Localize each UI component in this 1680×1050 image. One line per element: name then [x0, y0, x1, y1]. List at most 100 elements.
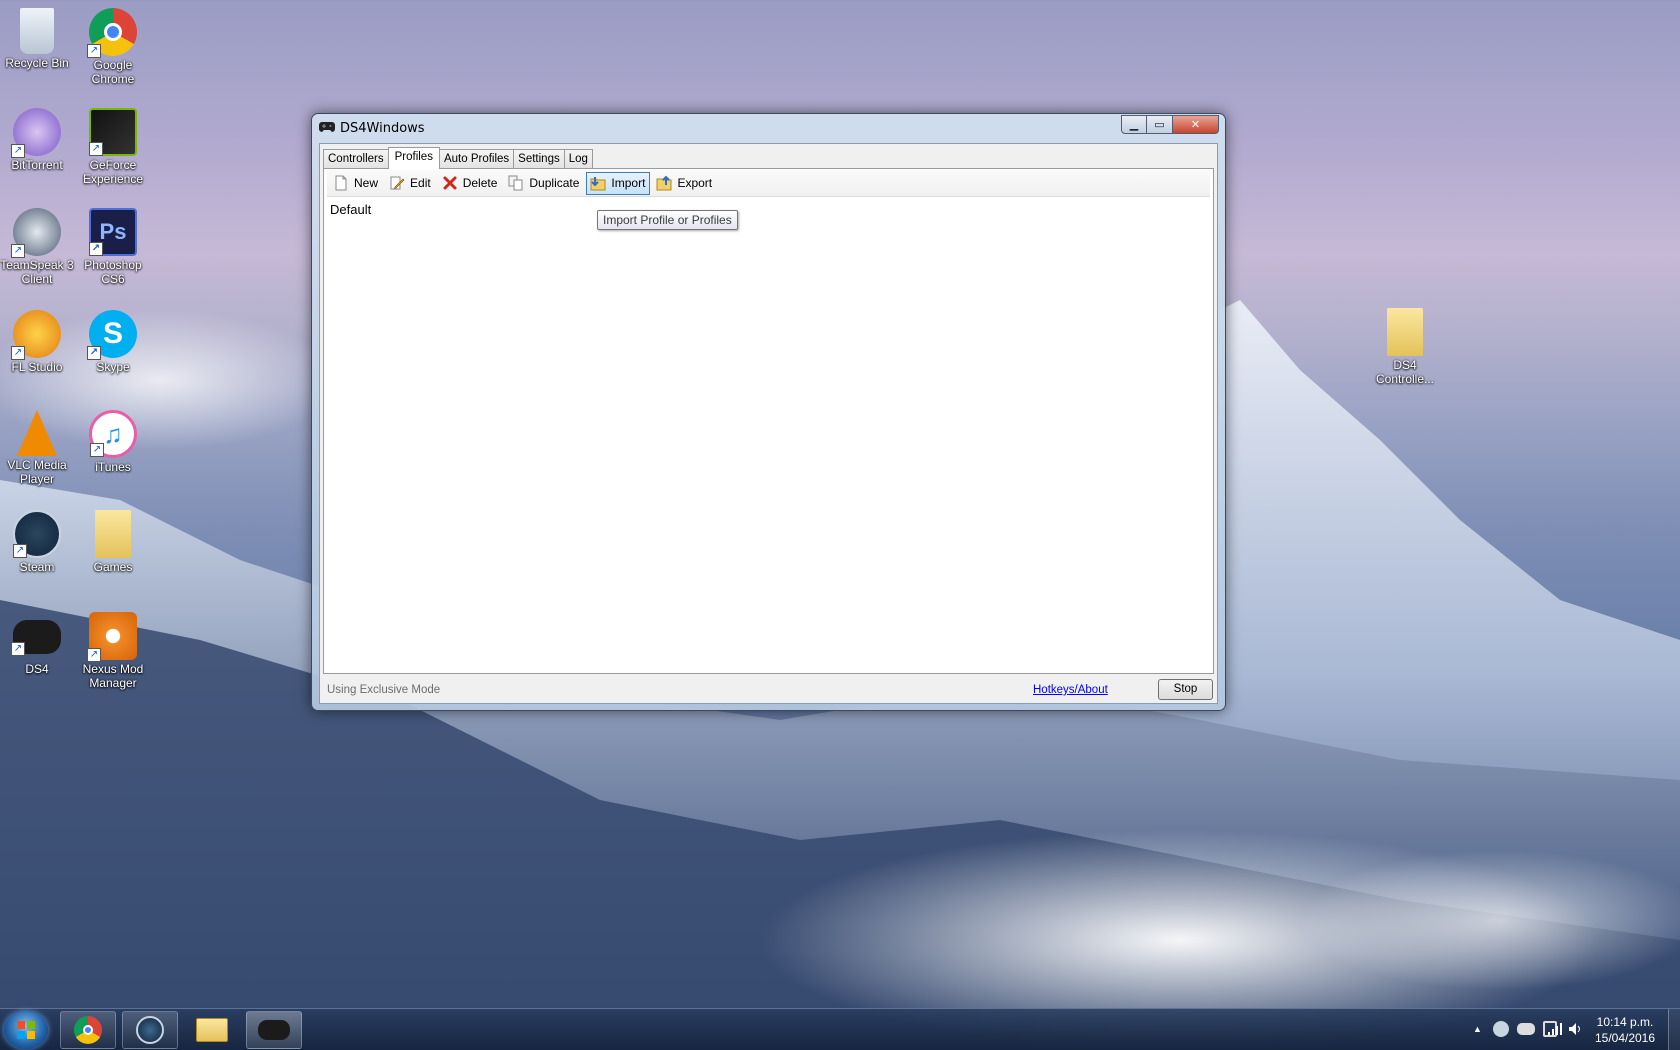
- geforce-icon: ↗: [89, 108, 137, 156]
- import-label: Import: [611, 176, 646, 190]
- taskbar-steam[interactable]: [122, 1011, 178, 1049]
- maximize-icon: ▭: [1154, 119, 1165, 131]
- duplicate-profile-button[interactable]: Duplicate: [504, 172, 584, 195]
- nexus-icon: ↗: [87, 612, 137, 662]
- start-button[interactable]: [4, 1011, 48, 1049]
- desktop-icon-recycle-bin[interactable]: Recycle Bin: [0, 8, 74, 70]
- shortcut-arrow-icon: ↗: [89, 142, 103, 156]
- import-tooltip: Import Profile or Profiles: [597, 210, 738, 230]
- show-desktop-button[interactable]: [1668, 1009, 1680, 1050]
- taskbar-ds4windows[interactable]: [246, 1011, 302, 1049]
- chrome-icon: ↗: [87, 8, 137, 58]
- tray-show-hidden-icon[interactable]: ▲: [1473, 1024, 1482, 1034]
- desktop-icon-fl-studio[interactable]: ↗ FL Studio: [0, 310, 74, 374]
- desktop-icon-photoshop[interactable]: Ps ↗ Photoshop CS6: [76, 208, 150, 286]
- status-text: Using Exclusive Mode: [327, 684, 441, 696]
- profiles-toolbar: New Edit Delete Duplicate Import Export: [327, 170, 1210, 197]
- bittorrent-icon: ↗: [11, 108, 61, 158]
- desktop-icon-skype[interactable]: S ↗ Skype: [76, 310, 150, 374]
- delete-label: Delete: [462, 176, 498, 190]
- delete-profile-button[interactable]: Delete: [438, 172, 503, 195]
- edit-label: Edit: [410, 176, 431, 190]
- export-folder-icon: [656, 175, 672, 191]
- network-signal-icon[interactable]: [1547, 1022, 1563, 1036]
- folder-icon: [1387, 308, 1423, 356]
- fl-studio-icon: ↗: [11, 310, 61, 360]
- minimize-icon: ▁: [1129, 119, 1139, 131]
- desktop-icon-ds4-folder[interactable]: DS4 Controlle...: [1368, 308, 1442, 386]
- shortcut-arrow-icon: ↗: [90, 443, 104, 457]
- windows-logo-icon: [17, 1021, 35, 1039]
- tab-controllers[interactable]: Controllers: [323, 149, 389, 168]
- new-label: New: [354, 176, 379, 190]
- minimize-button[interactable]: ▁: [1121, 115, 1147, 134]
- volume-icon[interactable]: [1568, 1022, 1584, 1036]
- shortcut-arrow-icon: ↗: [87, 44, 101, 58]
- delete-x-icon: [443, 176, 457, 190]
- tab-strip: Controllers Profiles Auto Profiles Setti…: [323, 147, 593, 169]
- duplicate-icon: [508, 175, 523, 191]
- edit-profile-button[interactable]: Edit: [385, 172, 436, 195]
- vlc-icon: [17, 410, 57, 456]
- system-clock[interactable]: 10:14 p.m. 15/04/2016: [1590, 1014, 1660, 1046]
- desktop-icon-ds4[interactable]: ↗ DS4: [0, 612, 74, 676]
- desktop-icon-vlc[interactable]: VLC Media Player: [0, 410, 74, 486]
- recycle-bin-icon: [20, 8, 54, 54]
- gamepad-icon: [319, 122, 335, 132]
- desktop-icon-itunes[interactable]: ♫ ↗ iTunes: [76, 410, 150, 474]
- photoshop-icon: Ps ↗: [89, 208, 137, 256]
- clock-time: 10:14 p.m.: [1596, 1015, 1654, 1029]
- taskbar-chrome[interactable]: [60, 1011, 116, 1049]
- shortcut-arrow-icon: ↗: [11, 346, 25, 360]
- profile-list-item[interactable]: Default: [330, 202, 371, 217]
- taskbar-file-explorer[interactable]: [184, 1011, 240, 1049]
- gamepad-icon: ↗: [11, 620, 61, 656]
- tray-steam-icon[interactable]: [1493, 1021, 1509, 1037]
- teamspeak-icon: ↗: [11, 208, 61, 258]
- shortcut-arrow-icon: ↗: [13, 544, 27, 558]
- clock-date: 15/04/2016: [1594, 1031, 1656, 1045]
- shortcut-arrow-icon: ↗: [11, 642, 25, 656]
- close-button[interactable]: ✕: [1173, 115, 1219, 134]
- edit-icon: [390, 176, 405, 190]
- shortcut-arrow-icon: ↗: [87, 648, 101, 662]
- import-profile-button[interactable]: Import: [586, 171, 651, 195]
- desktop-icon-teamspeak[interactable]: ↗ TeamSpeak 3 Client: [0, 208, 74, 286]
- desktop-icon-geforce[interactable]: ↗ GeForce Experience: [76, 108, 150, 186]
- import-folder-icon: [590, 177, 606, 191]
- folder-icon: [95, 510, 131, 558]
- shortcut-arrow-icon: ↗: [11, 244, 25, 258]
- hotkeys-about-link[interactable]: Hotkeys/About: [1033, 684, 1108, 696]
- steam-icon: [136, 1016, 164, 1044]
- shortcut-arrow-icon: ↗: [11, 144, 25, 158]
- desktop-icon-bittorrent[interactable]: ↗ BitTorrent: [0, 108, 74, 172]
- maximize-button[interactable]: ▭: [1147, 115, 1173, 134]
- tab-log[interactable]: Log: [563, 149, 593, 168]
- ds4windows-window[interactable]: DS4Windows ▁ ▭ ✕ Controllers Profiles Au…: [311, 113, 1226, 711]
- close-icon: ✕: [1190, 119, 1201, 131]
- tab-auto-profiles[interactable]: Auto Profiles: [438, 149, 515, 168]
- new-document-icon: [335, 175, 347, 191]
- desktop-icon-chrome[interactable]: ↗ Google Chrome: [76, 8, 150, 86]
- window-title: DS4Windows: [340, 121, 425, 136]
- gamepad-icon: [258, 1020, 290, 1040]
- taskbar: ▲ 10:14 p.m. 15/04/2016: [0, 1008, 1680, 1050]
- steam-icon: ↗: [13, 510, 61, 558]
- stop-button[interactable]: Stop: [1158, 679, 1213, 700]
- file-explorer-icon: [196, 1018, 228, 1042]
- tray-gamepad-icon[interactable]: [1517, 1023, 1535, 1035]
- skype-icon: S ↗: [87, 310, 137, 360]
- shortcut-arrow-icon: ↗: [87, 346, 101, 360]
- itunes-icon: ♫ ↗: [89, 410, 137, 458]
- desktop-icon-steam[interactable]: ↗ Steam: [0, 510, 74, 574]
- new-profile-button[interactable]: New: [329, 172, 383, 195]
- export-profile-button[interactable]: Export: [652, 172, 717, 195]
- duplicate-label: Duplicate: [529, 176, 580, 190]
- tab-profiles[interactable]: Profiles: [387, 147, 440, 169]
- shortcut-arrow-icon: ↗: [89, 242, 103, 256]
- desktop-icon-nexus[interactable]: ↗ Nexus Mod Manager: [76, 612, 150, 690]
- desktop-icon-games[interactable]: Games: [76, 510, 150, 574]
- chrome-icon: [74, 1016, 102, 1044]
- tab-settings[interactable]: Settings: [513, 149, 565, 168]
- export-label: Export: [677, 176, 713, 190]
